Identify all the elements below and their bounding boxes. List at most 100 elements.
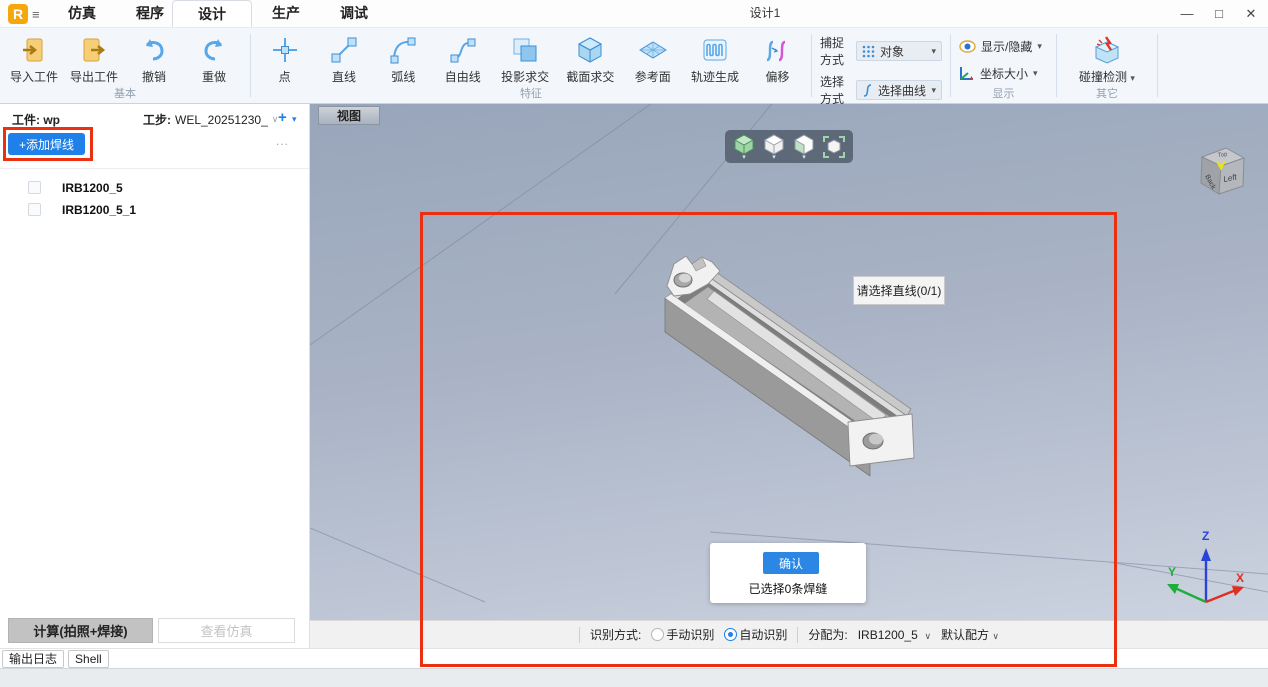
view-style-shaded-button[interactable]: ▾ — [731, 133, 757, 161]
app-logo[interactable]: R — [8, 4, 28, 24]
list-item-robot-2[interactable]: IRB1200_5_1 — [0, 200, 309, 222]
trajectory-generate-button[interactable]: 轨迹生成 — [682, 32, 747, 85]
more-options-button[interactable]: ... — [276, 134, 289, 148]
show-hide-button[interactable]: 显示/隐藏 ▾ — [959, 35, 1048, 57]
snap-mode-dropdown[interactable]: 对象 ▾ — [856, 41, 942, 61]
ribbon-group-other: 碰撞检测 ▾ 其它 — [1057, 28, 1157, 103]
minimize-button[interactable]: — — [1172, 0, 1202, 27]
title-bar: R ≡ 仿真 程序 设计 生产 调试 设计1 — □ ✕ — [0, 0, 1268, 28]
axis-triad: Z Y X — [1166, 524, 1246, 619]
recipe-dropdown[interactable]: 默认配方 ∨ — [941, 626, 999, 643]
auto-recognition-radio[interactable]: 自动识别 — [724, 626, 787, 643]
chevron-down-icon: ▾ — [772, 154, 776, 161]
export-workpiece-button[interactable]: 导出工件 — [64, 32, 124, 85]
radio-off-icon[interactable] — [651, 628, 665, 641]
axis-size-button[interactable]: 坐标大小 ▾ — [959, 62, 1048, 84]
robot-2-checkbox[interactable] — [28, 203, 41, 216]
zoom-fit-button[interactable] — [821, 135, 847, 159]
collision-detect-icon — [1092, 35, 1122, 65]
radio-on-icon[interactable] — [724, 628, 738, 641]
solid-cube-icon — [763, 134, 785, 155]
redo-icon — [199, 35, 229, 65]
recognition-bar: 识别方式: 手动识别 自动识别 分配为: IRB1200_5 ∨ 默认配方 ∨ — [310, 620, 1268, 648]
import-workpiece-button[interactable]: 导入工件 — [4, 32, 64, 85]
view-tab[interactable]: 视图 — [318, 106, 380, 125]
point-icon — [270, 35, 300, 65]
tab-shell[interactable]: Shell — [68, 650, 109, 668]
bottom-tab-row: 输出日志 Shell — [0, 648, 1268, 668]
arc-button[interactable]: 弧线 — [374, 32, 433, 85]
snap-mode-label: 捕捉方式 — [820, 36, 845, 67]
select-mode-label: 选择方式 — [820, 75, 845, 106]
undo-icon — [139, 35, 169, 65]
grid-icon — [862, 45, 875, 57]
line-button[interactable]: 直线 — [314, 32, 373, 85]
offset-button[interactable]: 偏移 — [748, 32, 807, 85]
add-step-button[interactable]: + — [278, 109, 287, 126]
axis-x-label: X — [1236, 571, 1244, 585]
ribbon-group-label-basic: 基本 — [114, 88, 136, 100]
calculate-button[interactable]: 计算(拍照+焊接) — [8, 618, 153, 643]
step-value: WEL_20251230_ — [175, 112, 268, 127]
chevron-down-icon: ▾ — [1033, 67, 1038, 78]
trajectory-generate-icon — [700, 35, 730, 65]
step-label: 工步: — [143, 113, 171, 127]
view-orientation-button[interactable]: ▾ — [791, 133, 817, 161]
add-step-caret-icon[interactable]: ▾ — [292, 114, 297, 125]
chevron-down-icon: ▾ — [742, 154, 746, 161]
chevron-down-icon: ▾ — [931, 84, 936, 95]
maximize-button[interactable]: □ — [1204, 0, 1234, 27]
recognition-mode-label: 识别方式: — [590, 628, 642, 642]
undo-button[interactable]: 撤销 — [124, 32, 184, 85]
ribbon-toolbar: 导入工件 导出工件 撤销 重做 基本 点 直线 弧线 自由线 投影求交 截面求交… — [0, 28, 1268, 122]
section-intersect-icon — [575, 35, 605, 65]
ribbon-group-label-display: 显示 — [992, 88, 1015, 100]
offset-icon — [762, 35, 792, 65]
ribbon-separator — [1157, 34, 1158, 97]
projection-intersect-button[interactable]: 投影求交 — [492, 32, 557, 85]
import-workpiece-icon — [19, 35, 49, 65]
selection-tooltip: 请选择直线(0/1) — [853, 276, 945, 305]
reference-plane-button[interactable]: 参考面 — [623, 32, 682, 85]
select-mode-dropdown[interactable]: 选择曲线 ▾ — [856, 80, 942, 100]
view-style-solid-button[interactable]: ▾ — [761, 133, 787, 161]
projection-intersect-icon — [510, 35, 540, 65]
view-cube[interactable]: Top Back Left — [1188, 140, 1250, 207]
ribbon-group-assist: 捕捉方式 对象 ▾ 选择方式 选择曲线 ▾ 辅助 — [812, 28, 950, 122]
curve-icon — [863, 83, 872, 97]
add-weld-line-button[interactable]: +添加焊线 — [8, 133, 85, 155]
axis-z-label: Z — [1202, 529, 1209, 543]
left-panel: 工件: wp 工步: WEL_20251230_ ∨ + ▾ +添加焊线 ...… — [0, 104, 310, 648]
ribbon-group-basic: 导入工件 导出工件 撤销 重做 基本 — [0, 28, 250, 103]
close-button[interactable]: ✕ — [1236, 0, 1266, 27]
divider — [0, 168, 309, 169]
manual-recognition-radio[interactable]: 手动识别 — [651, 626, 714, 643]
tab-output-log[interactable]: 输出日志 — [2, 650, 65, 668]
chevron-down-icon: ▾ — [1130, 73, 1135, 83]
chevron-down-icon: ▾ — [931, 45, 936, 56]
ribbon-group-display: 显示/隐藏 ▾ 坐标大小 ▾ 显示 — [951, 28, 1056, 103]
robot-1-checkbox[interactable] — [28, 181, 41, 194]
point-button[interactable]: 点 — [255, 32, 314, 85]
confirm-button[interactable]: 确认 — [763, 552, 819, 574]
hamburger-menu-icon[interactable]: ≡ — [32, 7, 40, 22]
assign-robot-dropdown[interactable]: IRB1200_5 ∨ — [858, 628, 931, 642]
arc-icon — [388, 35, 418, 65]
list-item-robot-1[interactable]: IRB1200_5 — [0, 178, 309, 200]
robot-1-label: IRB1200_5 — [62, 181, 123, 195]
menu-tab-debug[interactable]: 调试 — [314, 0, 394, 27]
freeline-button[interactable]: 自由线 — [433, 32, 492, 85]
chevron-down-icon: ▾ — [1037, 40, 1042, 51]
menu-tab-design[interactable]: 设计 — [172, 0, 252, 27]
left-panel-header: 工件: wp 工步: WEL_20251230_ ∨ + ▾ — [0, 108, 309, 130]
divider — [579, 626, 580, 643]
shaded-cube-icon — [733, 134, 755, 155]
step-selector[interactable]: 工步: WEL_20251230_ ∨ — [143, 111, 278, 128]
section-intersect-button[interactable]: 截面求交 — [558, 32, 623, 85]
reference-plane-icon — [638, 35, 668, 65]
collision-detect-button[interactable]: 碰撞检测 ▾ — [1067, 32, 1147, 85]
viewport-3d-canvas[interactable]: 视图 ▾ ▾ ▾ Top Back Left 请选择直线(0/1) 确认 已选择… — [310, 104, 1268, 620]
redo-button[interactable]: 重做 — [184, 32, 244, 85]
view-toolbar: ▾ ▾ ▾ — [725, 130, 853, 163]
view-simulation-button[interactable]: 查看仿真 — [158, 618, 295, 643]
